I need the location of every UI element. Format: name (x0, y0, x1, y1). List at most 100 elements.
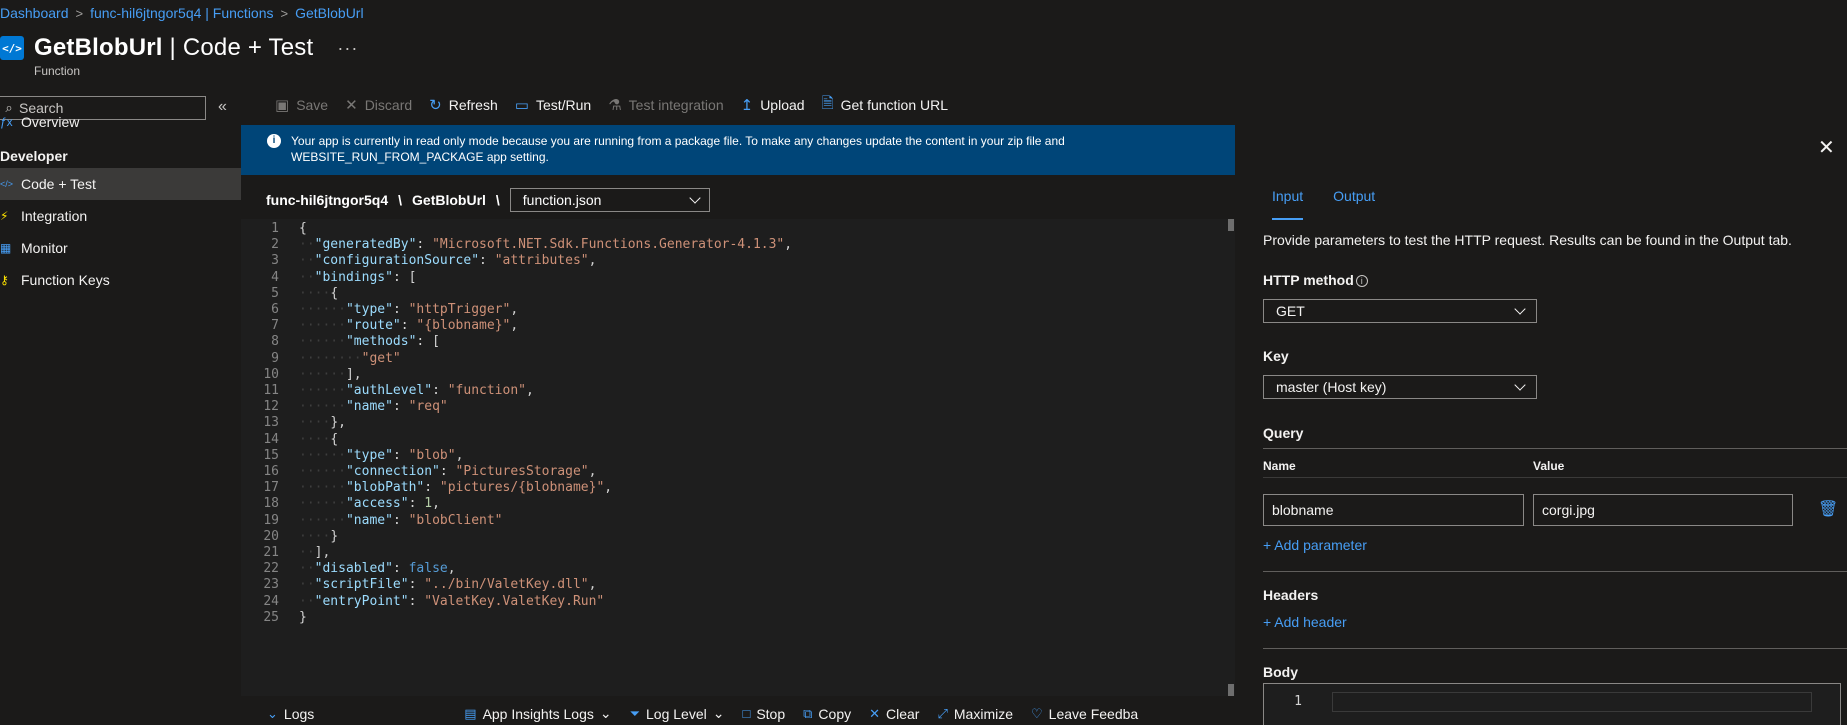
sidebar-item-overview[interactable]: ƒx Overview (0, 106, 241, 138)
page-title-rest: | Code + Test (162, 34, 314, 61)
clear-label: Clear (886, 705, 920, 722)
refresh-button[interactable]: ↻ Refresh (429, 96, 498, 114)
code-text: } (299, 609, 307, 625)
save-icon: ▣ (275, 97, 290, 114)
body-label: Body (1263, 664, 1298, 680)
breadcrumb-separator: > (75, 6, 84, 21)
add-header-link[interactable]: + Add header (1263, 614, 1347, 630)
chevron-down-icon: ⌄ (599, 705, 612, 721)
tab-input[interactable]: Input (1272, 188, 1304, 220)
clear-icon: ✕ (869, 705, 881, 721)
maximize-icon: ⤢ (937, 705, 948, 721)
http-method-label: HTTP method i (1263, 272, 1368, 288)
maximize-button[interactable]: ⤢ Maximize (937, 706, 1013, 722)
sidebar-item-function-keys[interactable]: ⚷ Function Keys (0, 264, 241, 296)
upload-button[interactable]: ↥ Upload (741, 96, 805, 114)
scrollbar-bottom-thumb (1228, 684, 1234, 696)
copy-label: Copy (818, 705, 852, 722)
sidebar: ⌕ « ƒx Overview Developer </> Code + Tes… (0, 88, 241, 725)
info-icon[interactable]: i (1355, 275, 1368, 287)
test-integration-button[interactable]: ⚗ Test integration (608, 96, 723, 114)
breadcrumb-getbloburl[interactable]: GetBlobUrl (295, 5, 363, 21)
filter-icon: ⏷ (629, 705, 640, 721)
close-panel-button[interactable]: ✕ (1818, 138, 1835, 158)
sidebar-section-developer: Developer (0, 148, 68, 164)
maximize-label: Maximize (953, 705, 1014, 722)
info-message: Your app is currently in read only mode … (291, 134, 1065, 164)
app-insights-logs-label: App Insights Logs (482, 705, 594, 722)
file-select-dropdown[interactable]: function.json (509, 188, 710, 212)
heart-icon: ♡ (1031, 705, 1043, 721)
discard-icon: ✕ (345, 97, 358, 114)
body-line-number: 1 (1294, 694, 1302, 709)
logs-toggle[interactable]: ⌄ Logs (267, 706, 314, 722)
code-line: 25} (241, 608, 1235, 627)
title-row: </> GetBlobUrl | Code + Test ··· (0, 34, 358, 62)
tab-output[interactable]: Output (1333, 188, 1375, 220)
query-name-input[interactable] (1263, 494, 1524, 526)
code-editor[interactable]: 1{2 ··"generatedBy": "Microsoft.NET.Sdk.F… (241, 219, 1235, 696)
key-icon: ⚷ (0, 273, 9, 287)
test-run-icon: ▭ (514, 97, 529, 114)
http-method-label-text: HTTP method (1263, 272, 1354, 288)
breadcrumb-dashboard[interactable]: Dashboard (0, 5, 69, 21)
divider (1263, 648, 1847, 649)
upload-label: Upload (760, 97, 805, 113)
monitor-icon: ▦ (0, 241, 12, 255)
query-col-value: Value (1533, 459, 1565, 473)
test-panel: ✕ Input Output Provide parameters to tes… (1235, 110, 1847, 725)
divider (1263, 571, 1847, 572)
overview-icon: ƒx (0, 115, 13, 129)
info-icon: i (267, 134, 281, 148)
breadcrumb-functions[interactable]: func-hil6jtngor5q4 | Functions (90, 5, 273, 21)
page-title: GetBlobUrl | Code + Test (34, 34, 313, 62)
get-function-url-button[interactable]: 🗎 Get function URL (822, 93, 948, 118)
test-run-label: Test/Run (535, 97, 592, 113)
test-run-button[interactable]: ▭ Test/Run (515, 96, 591, 114)
delete-parameter-button[interactable]: 🗑 (1818, 499, 1838, 519)
http-method-value: GET (1276, 303, 1305, 319)
sidebar-item-label: Monitor (21, 240, 68, 256)
chevron-down-icon: ⌄ (712, 705, 725, 721)
app-insights-logs-dropdown[interactable]: ▤ App Insights Logs ⌄ (464, 705, 611, 722)
logs-label: Logs (283, 705, 315, 722)
chevron-down-icon (1514, 379, 1526, 391)
get-function-url-label: Get function URL (840, 97, 949, 113)
save-button[interactable]: ▣ Save (275, 96, 328, 114)
panel-description: Provide parameters to test the HTTP requ… (1263, 232, 1792, 248)
discard-button[interactable]: ✕ Discard (345, 96, 412, 114)
copy-icon: ⧉ (803, 705, 813, 721)
breadcrumb-separator: > (280, 6, 289, 21)
read-only-info-bar: i Your app is currently in read only mod… (241, 125, 1235, 175)
key-select[interactable]: master (Host key) (1263, 375, 1537, 399)
log-level-dropdown[interactable]: ⏷ Log Level ⌄ (630, 705, 725, 722)
query-label: Query (1263, 425, 1304, 441)
http-method-select[interactable]: GET (1263, 299, 1537, 323)
query-value-input[interactable] (1533, 494, 1793, 526)
headers-label: Headers (1263, 587, 1319, 603)
sidebar-item-integration[interactable]: ⚡ Integration (0, 200, 241, 232)
leave-feedback-button[interactable]: ♡ Leave Feedba (1031, 706, 1138, 722)
chevron-down-icon (1514, 303, 1526, 315)
link-document-icon: 🗎 (821, 94, 834, 112)
add-parameter-link[interactable]: + Add parameter (1263, 537, 1367, 553)
log-level-label: Log Level (646, 705, 707, 722)
path-function-name: GetBlobUrl (412, 192, 486, 208)
path-app-name: func-hil6jtngor5q4 (266, 192, 389, 208)
stop-button[interactable]: □ Stop (742, 706, 785, 722)
stop-label: Stop (756, 705, 786, 722)
sidebar-item-monitor[interactable]: ▦ Monitor (0, 232, 241, 264)
test-integration-label: Test integration (628, 97, 724, 113)
clear-button[interactable]: ✕ Clear (869, 706, 919, 722)
copy-button[interactable]: ⧉ Copy (803, 706, 851, 722)
path-separator: \ (398, 192, 403, 208)
function-icon: </> (0, 36, 24, 60)
more-options-button[interactable]: ··· (337, 38, 358, 59)
sidebar-item-label: Overview (21, 114, 80, 130)
sidebar-item-code-test[interactable]: </> Code + Test (0, 168, 241, 200)
refresh-label: Refresh (448, 97, 498, 113)
body-editor[interactable]: 1 (1263, 683, 1841, 725)
sidebar-item-label: Integration (21, 208, 88, 224)
sidebar-item-label: Function Keys (21, 272, 110, 288)
key-label: Key (1263, 348, 1289, 364)
